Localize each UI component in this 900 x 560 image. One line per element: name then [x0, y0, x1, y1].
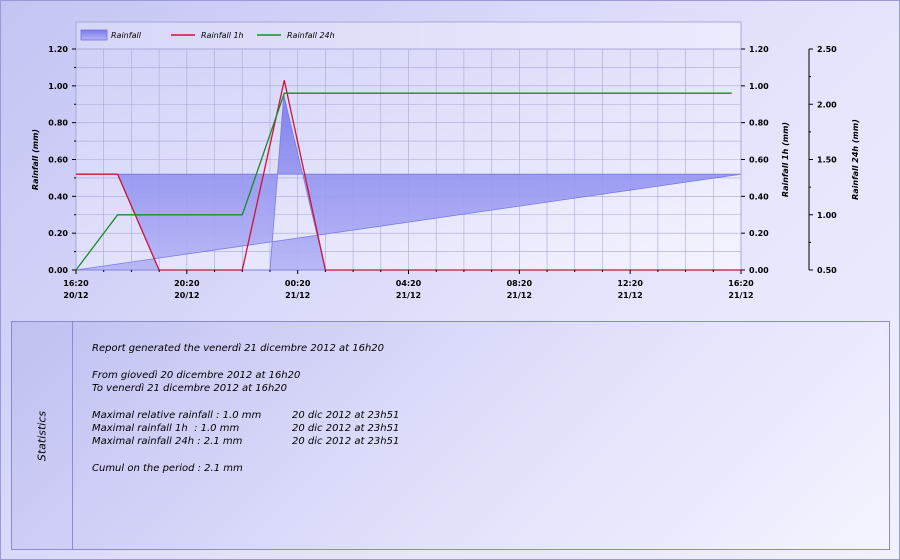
y-right-tick-label: 0.80 — [749, 119, 769, 128]
x-tick-label-date: 21/12 — [507, 291, 532, 300]
y-right-tick-label: 0.20 — [749, 229, 769, 238]
y-tick-label: 0.60 — [48, 156, 68, 165]
y-axis-title: Rainfall (mm) — [31, 129, 40, 190]
x-tick-label-time: 08:20 — [507, 279, 533, 288]
y-right2-tick-label: 2.50 — [817, 45, 837, 54]
from-line: From giovedì 20 dicembre 2012 at 16h20 — [92, 370, 301, 381]
y-tick-label: 0.80 — [48, 119, 68, 128]
stat-row: Maximal rainfall 1h : 1.0 mm 20 dic 2012… — [92, 422, 399, 435]
x-tick-label-date: 21/12 — [285, 291, 310, 300]
legend-label: Rainfall 1h — [201, 31, 244, 40]
stat-label: Maximal rainfall 1h : 1.0 mm — [92, 423, 240, 434]
x-tick-label-date: 20/12 — [174, 291, 199, 300]
cumul-line: Cumul on the period : 2.1 mm — [92, 463, 243, 474]
x-tick-label-time: 20:20 — [174, 279, 200, 288]
y-right-tick-label: 1.00 — [749, 82, 769, 91]
y-right-tick-label: 0.40 — [749, 192, 769, 201]
x-tick-label-date: 21/12 — [396, 291, 421, 300]
y-tick-label: 1.00 — [48, 82, 68, 91]
y-tick-label: 0.00 — [48, 266, 68, 275]
y-right-tick-label: 0.00 — [749, 266, 769, 275]
stat-label: Maximal relative rainfall : 1.0 mm — [92, 410, 262, 421]
legend-swatch-rainfall — [80, 29, 108, 41]
x-tick-label-time: 00:20 — [285, 279, 311, 288]
legend-label: Rainfall 24h — [287, 31, 335, 40]
y-right-tick-label: 1.20 — [749, 45, 769, 54]
stat-date: 20 dic 2012 at 23h51 — [292, 423, 400, 434]
report-page: { "chart_data": { "type": "line", "x": [… — [0, 0, 900, 560]
statistics-tab[interactable]: Statistics — [12, 322, 73, 549]
y-right2-tick-label: 1.50 — [817, 156, 837, 165]
x-tick-label-time: 04:20 — [396, 279, 422, 288]
x-tick-label-date: 20/12 — [63, 291, 88, 300]
x-tick-label-time: 16:20 — [728, 279, 754, 288]
statistics-body: Report generated the venerdì 21 dicembre… — [92, 342, 399, 475]
y-right2-tick-label: 1.00 — [817, 211, 837, 220]
stat-date: 20 dic 2012 at 23h51 — [292, 436, 400, 447]
stat-row: Maximal relative rainfall : 1.0 mm 20 di… — [92, 409, 399, 422]
x-tick-label-date: 21/12 — [618, 291, 643, 300]
rainfall-chart: 0.00 0.20 0.40 0.60 0.80 1.00 1.20 0.00 0.20 0.40… — [31, 21, 860, 300]
legend-label: Rainfall — [111, 31, 142, 40]
x-tick-label-date: 21/12 — [728, 291, 753, 300]
y-right2-axis-title: Rainfall 24h (mm) — [851, 119, 860, 200]
y-right2-tick-label: 0.50 — [817, 266, 837, 275]
y-right2-tick-label: 2.00 — [817, 100, 837, 109]
y-right-axis-title: Rainfall 1h (mm) — [781, 122, 790, 197]
report-generated-line: Report generated the venerdì 21 dicembre… — [92, 343, 385, 354]
statistics-tab-label: Statistics — [35, 410, 49, 461]
y-tick-label: 0.20 — [48, 229, 68, 238]
y-tick-label: 0.40 — [48, 192, 68, 201]
legend: Rainfall Rainfall 1h Rainfall 24h — [80, 29, 335, 41]
stat-row: Maximal rainfall 24h : 2.1 mm 20 dic 201… — [92, 435, 399, 448]
statistics-panel: Statistics Report generated the venerdì … — [11, 321, 890, 550]
stat-date: 20 dic 2012 at 23h51 — [292, 410, 400, 421]
x-tick-label-time: 12:20 — [617, 279, 643, 288]
y-tick-label: 1.20 — [48, 45, 68, 54]
stat-label: Maximal rainfall 24h : 2.1 mm — [92, 436, 243, 447]
to-line: To venerdì 21 dicembre 2012 at 16h20 — [92, 383, 287, 394]
x-tick-label-time: 16:20 — [63, 279, 89, 288]
y-right-tick-label: 0.60 — [749, 156, 769, 165]
